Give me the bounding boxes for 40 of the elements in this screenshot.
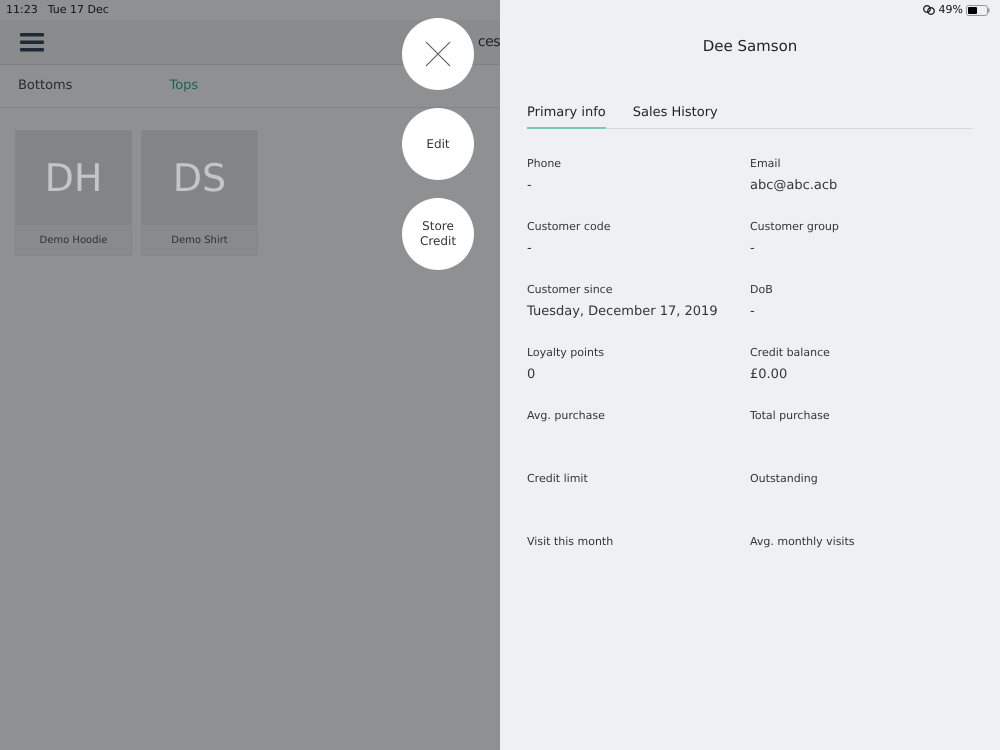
field-label: Email — [750, 156, 782, 172]
field-label: Credit limit — [527, 471, 589, 487]
product-card[interactable]: DS Demo Shirt — [141, 130, 258, 256]
field-label: Loyalty points — [527, 345, 606, 361]
field-label: Avg. purchase — [527, 408, 606, 424]
product-name: Demo Shirt — [170, 234, 229, 248]
product-card[interactable]: DH Demo Hoodie — [15, 130, 132, 256]
status-date: Tue 17 Dec — [48, 2, 109, 18]
category-tab[interactable]: Bottoms — [18, 76, 72, 96]
field-value: - — [750, 240, 756, 258]
info-tab[interactable]: Sales History — [632, 102, 718, 129]
field-label: Customer code — [527, 219, 612, 235]
close-icon — [425, 41, 451, 67]
customer-name: Dee Samson — [702, 36, 798, 57]
product-initials: DH — [16, 131, 131, 225]
field-label: Customer group — [750, 219, 840, 235]
product-initials: DS — [142, 131, 257, 225]
link-icon — [922, 5, 936, 15]
field-label: Visit this month — [527, 534, 614, 550]
field-value: £0.00 — [750, 366, 788, 384]
header-title: ces — [478, 32, 500, 52]
field-value: - — [527, 240, 533, 258]
info-tab[interactable]: Primary info — [527, 102, 606, 129]
field-value: abc@abc.acb — [750, 176, 838, 194]
field-label: Total purchase — [750, 408, 831, 424]
field-label: Outstanding — [750, 471, 819, 487]
field-value: 0 — [527, 366, 536, 384]
field-label: Customer since — [527, 282, 614, 298]
field-value: - — [750, 302, 756, 320]
field-label: Avg. monthly visits — [750, 534, 856, 550]
field-label: Credit balance — [750, 345, 831, 361]
menu-icon[interactable] — [20, 32, 44, 52]
product-name: Demo Hoodie — [38, 234, 108, 248]
field-label: Phone — [527, 156, 562, 172]
battery-percent: 49% — [938, 2, 963, 18]
field-label: DoB — [750, 282, 774, 298]
status-time: 11:23 — [6, 2, 38, 18]
battery-icon — [966, 4, 990, 16]
field-value: - — [527, 176, 533, 194]
field-value: Tuesday, December 17, 2019 — [527, 302, 719, 320]
